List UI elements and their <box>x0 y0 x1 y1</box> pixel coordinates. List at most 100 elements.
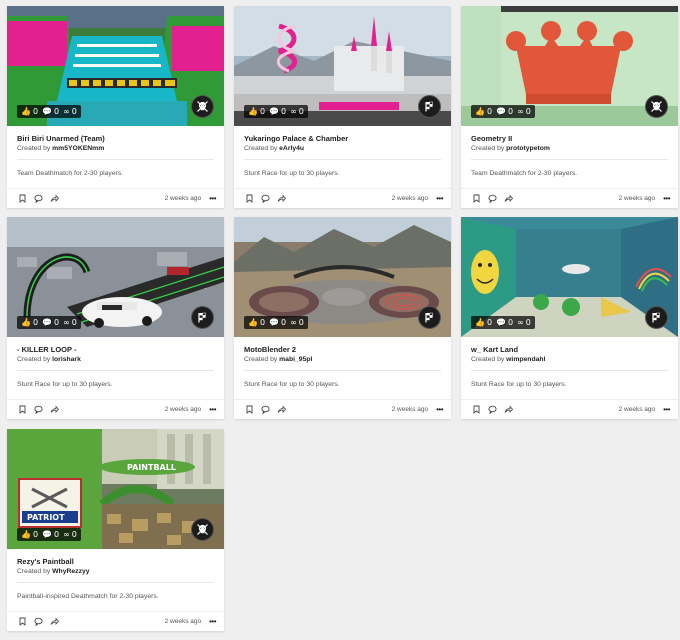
job-stats: 👍 0 💬 0 ∞ 0 <box>471 105 535 118</box>
job-stats: 👍 0 💬 0 ∞ 0 <box>17 105 81 118</box>
job-title[interactable]: Rezy's Paintball <box>17 557 214 567</box>
like-count: 0 <box>32 318 39 327</box>
bookmark-icon[interactable] <box>17 194 27 204</box>
bookmark-icon[interactable] <box>471 405 481 415</box>
job-card[interactable]: 👍 0 💬 0 ∞ 0 - KILLER LOOP - Created by lori… <box>7 217 224 419</box>
creator-link[interactable]: lorishark <box>52 356 81 363</box>
job-thumbnail[interactable]: PAINTBALL PATRIOT 👍 0 💬 0 ∞ 0 <box>7 429 224 549</box>
race-flag-icon <box>418 306 441 329</box>
job-title[interactable]: MotoBlender 2 <box>244 345 441 355</box>
bookmark-icon[interactable] <box>17 405 27 415</box>
job-card[interactable]: 👍 0 💬 0 ∞ 0 w_ Kart Land Created by wimpend… <box>461 217 678 419</box>
comment-count-icon: 💬 <box>42 318 53 327</box>
comment-count: 0 <box>54 107 60 116</box>
job-creator: Created by WhyRezzyy <box>17 567 214 577</box>
job-title[interactable]: Geometry II <box>471 134 668 144</box>
comment-icon[interactable] <box>33 194 43 204</box>
creator-link[interactable]: mm5YOKENmm <box>52 145 104 152</box>
comment-count-icon: 💬 <box>496 318 507 327</box>
comment-icon[interactable] <box>260 405 270 415</box>
like-count: 0 <box>259 107 266 116</box>
like-count: 0 <box>32 107 39 116</box>
job-age: 2 weeks ago <box>618 406 656 413</box>
more-options-button[interactable]: ••• <box>209 194 216 203</box>
creator-prefix: Created by <box>471 356 505 363</box>
job-thumbnail[interactable]: 👍 0 💬 0 ∞ 0 <box>234 6 451 126</box>
card-footer: 2 weeks ago ••• <box>7 399 224 419</box>
job-card[interactable]: 👍 0 💬 0 ∞ 0 Yukaringo Palace & Chamber Crea… <box>234 6 451 208</box>
comment-count: 0 <box>281 318 287 327</box>
like-count: 0 <box>486 107 493 116</box>
job-age: 2 weeks ago <box>164 618 202 625</box>
job-card[interactable]: 👍 0 💬 0 ∞ 0 Biri Biri Unarmed (Team) Create… <box>7 6 224 208</box>
bookmark-icon[interactable] <box>244 194 254 204</box>
job-stats: 👍 0 💬 0 ∞ 0 <box>244 316 308 329</box>
creator-link[interactable]: WhyRezzyy <box>52 568 89 575</box>
comment-icon[interactable] <box>260 194 270 204</box>
view-icon: ∞ <box>517 107 524 116</box>
view-count: 0 <box>525 318 531 327</box>
more-options-button[interactable]: ••• <box>663 405 670 414</box>
bookmark-icon[interactable] <box>244 405 254 415</box>
creator-link[interactable]: mabi_95pl <box>279 356 312 363</box>
card-footer: 2 weeks ago ••• <box>7 611 224 631</box>
comment-icon[interactable] <box>487 405 497 415</box>
comment-icon[interactable] <box>33 617 43 627</box>
job-creator: Created by eArly4u <box>244 144 441 154</box>
comment-count-icon: 💬 <box>496 107 507 116</box>
bookmark-icon[interactable] <box>17 617 27 627</box>
view-count: 0 <box>298 318 304 327</box>
job-stats: 👍 0 💬 0 ∞ 0 <box>17 316 81 329</box>
view-icon: ∞ <box>63 107 70 116</box>
job-card[interactable]: 👍 0 💬 0 ∞ 0 Geometry II Created by prototyp… <box>461 6 678 208</box>
job-description: Team Deathmatch for 2-30 players. <box>17 170 124 177</box>
view-count: 0 <box>525 107 531 116</box>
creator-link[interactable]: wimpendahl <box>506 356 545 363</box>
like-icon: 👍 <box>248 318 258 327</box>
card-footer: 2 weeks ago ••• <box>7 188 224 208</box>
comment-icon[interactable] <box>33 405 43 415</box>
creator-link[interactable]: prototypetom <box>506 145 550 152</box>
job-thumbnail[interactable]: 👍 0 💬 0 ∞ 0 <box>234 217 451 337</box>
job-thumbnail[interactable]: 👍 0 💬 0 ∞ 0 <box>461 217 678 337</box>
comment-icon[interactable] <box>487 194 497 204</box>
comment-count: 0 <box>54 318 60 327</box>
more-options-button[interactable]: ••• <box>663 194 670 203</box>
share-icon[interactable] <box>49 194 59 204</box>
bookmark-icon[interactable] <box>471 194 481 204</box>
job-description: Team Deathmatch for 2-30 players. <box>471 170 578 177</box>
job-card[interactable]: 👍 0 💬 0 ∞ 0 MotoBlender 2 Created by mabi_9… <box>234 217 451 419</box>
job-thumbnail[interactable]: 👍 0 💬 0 ∞ 0 <box>461 6 678 126</box>
job-card[interactable]: PAINTBALL PATRIOT 👍 0 💬 0 ∞ 0 Rezy's Paintb… <box>7 429 224 631</box>
more-options-button[interactable]: ••• <box>436 194 443 203</box>
view-icon: ∞ <box>290 107 297 116</box>
view-icon: ∞ <box>63 318 70 327</box>
job-title[interactable]: Biri Biri Unarmed (Team) <box>17 134 214 144</box>
more-options-button[interactable]: ••• <box>436 405 443 414</box>
view-count: 0 <box>71 318 77 327</box>
share-icon[interactable] <box>276 405 286 415</box>
job-title[interactable]: - KILLER LOOP - <box>17 345 214 355</box>
like-icon: 👍 <box>21 318 31 327</box>
job-title[interactable]: w_ Kart Land <box>471 345 668 355</box>
job-thumbnail[interactable]: 👍 0 💬 0 ∞ 0 <box>7 6 224 126</box>
job-title[interactable]: Yukaringo Palace & Chamber <box>244 134 441 144</box>
share-icon[interactable] <box>49 405 59 415</box>
card-footer: 2 weeks ago ••• <box>234 399 451 419</box>
job-description: Paintball-inspired Deathmatch for 2-30 p… <box>17 593 159 600</box>
job-description: Stunt Race for up to 30 players. <box>244 381 340 388</box>
job-thumbnail[interactable]: 👍 0 💬 0 ∞ 0 <box>7 217 224 337</box>
share-icon[interactable] <box>49 617 59 627</box>
share-icon[interactable] <box>503 405 513 415</box>
more-options-button[interactable]: ••• <box>209 617 216 626</box>
job-age: 2 weeks ago <box>391 195 429 202</box>
creator-link[interactable]: eArly4u <box>279 145 304 152</box>
share-icon[interactable] <box>276 194 286 204</box>
job-stats: 👍 0 💬 0 ∞ 0 <box>471 316 535 329</box>
card-footer: 2 weeks ago ••• <box>461 188 678 208</box>
job-stats: 👍 0 💬 0 ∞ 0 <box>17 528 81 541</box>
share-icon[interactable] <box>503 194 513 204</box>
view-count: 0 <box>71 107 77 116</box>
more-options-button[interactable]: ••• <box>209 405 216 414</box>
thumb-sign-text: PATRIOT <box>27 513 65 522</box>
